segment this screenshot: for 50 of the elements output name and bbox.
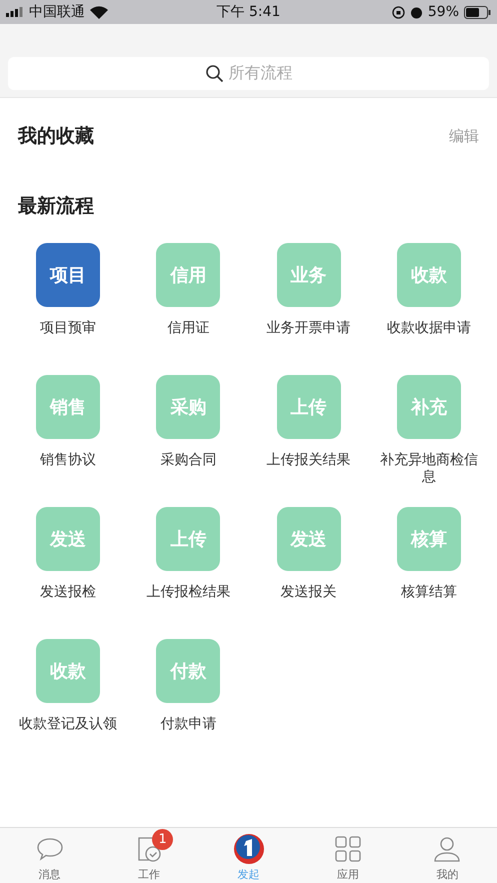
section-title: 我的收藏 <box>18 124 94 149</box>
process-label: 上传报检结果 <box>145 584 232 601</box>
process-tile[interactable]: 发送 <box>276 507 341 571</box>
wifi-icon <box>90 6 108 18</box>
process-tile[interactable]: 采购 <box>156 375 220 439</box>
process-label: 发送报检 <box>39 584 98 601</box>
process-label: 收款登记及认领 <box>18 716 118 733</box>
section-title: 最新流程 <box>18 194 94 219</box>
process-label: 收款收据申请 <box>386 320 472 337</box>
search-placeholder: 所有流程 <box>228 63 292 84</box>
tab-item[interactable]: 1 工作 <box>99 828 199 883</box>
process-tile[interactable]: 收款 <box>36 639 100 703</box>
rotation-lock-icon <box>392 6 405 18</box>
battery-percent: 59% <box>428 4 460 20</box>
logo-icon <box>234 834 264 864</box>
process-tile[interactable]: 上传 <box>156 507 220 571</box>
process-tile[interactable]: 业务 <box>276 243 341 307</box>
tab-item[interactable]: 消息 <box>0 828 100 883</box>
process-tile[interactable]: 收款 <box>396 243 461 307</box>
process-tile[interactable]: 发送 <box>36 507 100 571</box>
process-tile[interactable]: 项目 <box>36 243 100 307</box>
edit-link[interactable]: 编辑 <box>449 126 479 146</box>
process-label: 核算结算 <box>400 584 458 601</box>
tab-item[interactable]: 我的 <box>398 828 497 883</box>
search-field[interactable]: 所有流程 <box>8 57 489 90</box>
notification-badge: 1 <box>152 829 174 850</box>
process-tile[interactable]: 上传 <box>276 375 341 439</box>
search-icon <box>204 64 224 84</box>
tab-item[interactable]: 应用 <box>298 828 398 883</box>
process-label: 项目预审 <box>39 320 98 337</box>
process-tile[interactable]: 付款 <box>156 639 220 703</box>
battery-icon <box>464 6 492 18</box>
tab-item[interactable]: 发起 <box>198 828 298 883</box>
process-tile[interactable]: 补充 <box>396 375 461 439</box>
process-label: 销售协议 <box>39 452 98 469</box>
process-tile[interactable]: 信用 <box>156 243 220 307</box>
grid-icon <box>332 834 363 864</box>
process-label: 补充异地商检信息 <box>378 452 479 486</box>
process-label: 采购合同 <box>159 452 218 469</box>
process-label: 付款申请 <box>159 716 218 733</box>
process-label: 业务开票申请 <box>266 320 352 337</box>
carrier-name: 中国联通 <box>29 3 85 21</box>
alarm-icon <box>410 6 423 18</box>
clock-time: 下午 5:41 <box>216 4 280 20</box>
process-label: 发送报关 <box>280 584 338 601</box>
process-tile[interactable]: 核算 <box>396 507 461 571</box>
signal-icon <box>6 7 24 17</box>
process-tile[interactable]: 销售 <box>36 375 100 439</box>
process-label: 上传报关结果 <box>266 452 352 469</box>
process-label: 信用证 <box>166 320 210 337</box>
